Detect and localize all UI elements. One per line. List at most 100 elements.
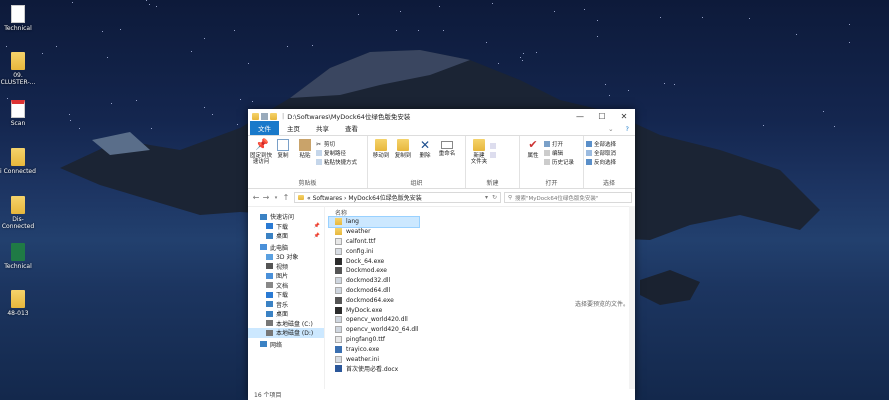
desktop-icon-5[interactable]: Dis- Connected [0,196,36,230]
maximize-button[interactable]: ☐ [591,109,613,123]
tab-home[interactable]: 主页 [279,121,308,135]
recent-dropdown-icon[interactable]: ▾ [271,195,281,201]
app-icon [335,296,342,304]
nav-item[interactable]: 音乐 [248,300,324,310]
file-list-item[interactable]: pingfang0.ttf [329,335,419,345]
paste-shortcut-icon [316,158,322,165]
paste-label: 粘贴 [299,153,311,159]
divider: | [282,112,285,120]
refresh-icon[interactable]: ↻ [492,194,497,201]
nav-item[interactable]: 文档 [248,281,324,291]
drive-icon [266,320,273,327]
new-group-label: 新建 [486,180,499,187]
file-list-item[interactable]: calfont.ttf [329,237,419,247]
tab-file[interactable]: 文件 [250,121,279,135]
music-icon [266,301,273,308]
minimize-button[interactable]: — [569,109,591,123]
file-list-item[interactable]: dockmod64.exe [329,295,419,305]
help-icon[interactable]: ? [620,123,635,135]
nav-item-label: 本地磁盘 (C:) [276,320,313,328]
move-to-icon [375,139,387,151]
desktop-icon-1[interactable]: Technical [0,5,36,32]
paste-icon [299,139,311,151]
tab-share[interactable]: 共享 [308,121,337,135]
desktop-icon-6[interactable]: Technical [0,243,36,270]
select-none-button[interactable]: 全部取消 [586,148,616,157]
settings-file-icon [335,247,342,255]
3d-icon [266,253,273,260]
back-button[interactable]: ← [251,193,261,202]
nav-item-label: 视频 [276,263,289,271]
nav-item-label: 音乐 [276,301,289,309]
easy-access-button[interactable] [490,150,498,159]
file-list-item[interactable]: dockmod32.dll [329,276,419,286]
nav-item-label: 桌面 [276,233,289,241]
file-list-item[interactable]: 首次使用必看.docx [329,364,419,374]
column-header-name[interactable]: 名称 [329,208,635,217]
nav-item[interactable]: 快速访问 [248,212,324,222]
up-button[interactable]: ↑ [281,193,291,202]
nav-item[interactable]: 桌面 📌 [248,231,324,241]
copy-icon [277,139,289,151]
file-list-item[interactable]: opencv_world420.dll [329,315,419,325]
desktop-icon-4[interactable]: i Connected [0,148,36,175]
file-list-item[interactable]: trayico.exe [329,344,419,354]
open-button[interactable]: 打开 [544,139,574,148]
nav-item[interactable]: 此电脑 [248,243,324,253]
search-box[interactable]: ⚲ 搜索"MyDock64位绿色版免安装" [504,192,632,203]
window-title: D:\Softwares\MyDock64位绿色版免安装 [287,113,411,121]
new-item-button[interactable] [490,141,498,150]
file-list-item[interactable]: opencv_world420_64.dll [329,325,419,335]
select-all-button[interactable]: 全部选择 [586,139,616,148]
file-list-item[interactable]: weather [329,227,419,237]
file-list-item[interactable]: Dock_64.exe [329,256,419,266]
nav-item-label: 文档 [276,282,289,290]
cut-button[interactable]: ✂ 剪切 [316,139,357,148]
new-folder-icon[interactable] [270,112,277,120]
vertical-scrollbar[interactable] [629,206,635,389]
drive-icon [266,329,273,336]
address-dropdown-icon[interactable]: ▾ [485,194,488,201]
ribbon-tabs: 文件 主页 共享 查看 ⌄? [248,121,635,136]
file-list-item[interactable]: MyDock.exe [329,305,419,315]
edit-button[interactable]: 编辑 [544,148,574,157]
desktop-background: Technical 09. CLUSTER-... Scan i Connected D… [0,0,889,400]
nav-item[interactable]: 桌面 [248,309,324,319]
address-bar-row: ← → ▾ ↑ « Softwares › MyDock64位绿色版免安装 ▾ … [248,189,635,207]
file-list-item[interactable]: config.ini [329,246,419,256]
desktop-icon-7[interactable]: 48-013 [0,290,36,317]
nav-item[interactable]: 下载 📌 [248,222,324,232]
tab-view[interactable]: 查看 [337,121,366,135]
nav-item[interactable]: 图片 [248,271,324,281]
picture-icon [266,272,273,279]
file-list-item[interactable]: lang [328,216,420,228]
close-button[interactable]: ✕ [613,109,635,123]
select-all-label: 全部选择 [594,141,617,148]
address-bar[interactable]: « Softwares › MyDock64位绿色版免安装 ▾ ↻ [294,192,501,203]
quick-access-icon[interactable] [261,112,268,120]
copy-path-button[interactable]: 复制路径 [316,148,357,157]
file-list-item[interactable]: dockmod64.dll [329,286,419,296]
nav-item[interactable]: 本地磁盘 (C:) [248,319,324,329]
file-list-item[interactable]: Dockmod.exe [329,266,419,276]
file-list-item[interactable]: weather.ini [329,354,419,364]
invert-selection-button[interactable]: 反向选择 [586,157,616,166]
organize-group: 移动到 复制到 ✕ 删除 重命名 组织 [368,136,466,188]
new-item-icon [490,142,496,149]
paste-shortcut-button[interactable]: 粘贴快捷方式 [316,157,357,166]
desktop-icon-2[interactable]: 09. CLUSTER-... [0,52,36,86]
nav-item[interactable]: 视频 [248,262,324,272]
forward-button[interactable]: → [261,193,271,202]
file-name: trayico.exe [346,345,380,353]
ribbon-expand-icon[interactable]: ⌄ [602,123,619,135]
edit-label: 编辑 [552,150,564,157]
invert-selection-icon [586,158,592,165]
nav-item[interactable]: 3D 对象 [248,252,324,262]
nav-item[interactable]: 本地磁盘 (D:) [248,328,324,338]
desktop-icon [266,310,273,317]
nav-item[interactable]: 网络 [248,340,324,350]
history-button[interactable]: 历史记录 [544,157,574,166]
desktop-icon-3[interactable]: Scan [0,100,36,127]
desktop-icon-label: Scan [10,120,26,127]
nav-item[interactable]: 下载 [248,290,324,300]
